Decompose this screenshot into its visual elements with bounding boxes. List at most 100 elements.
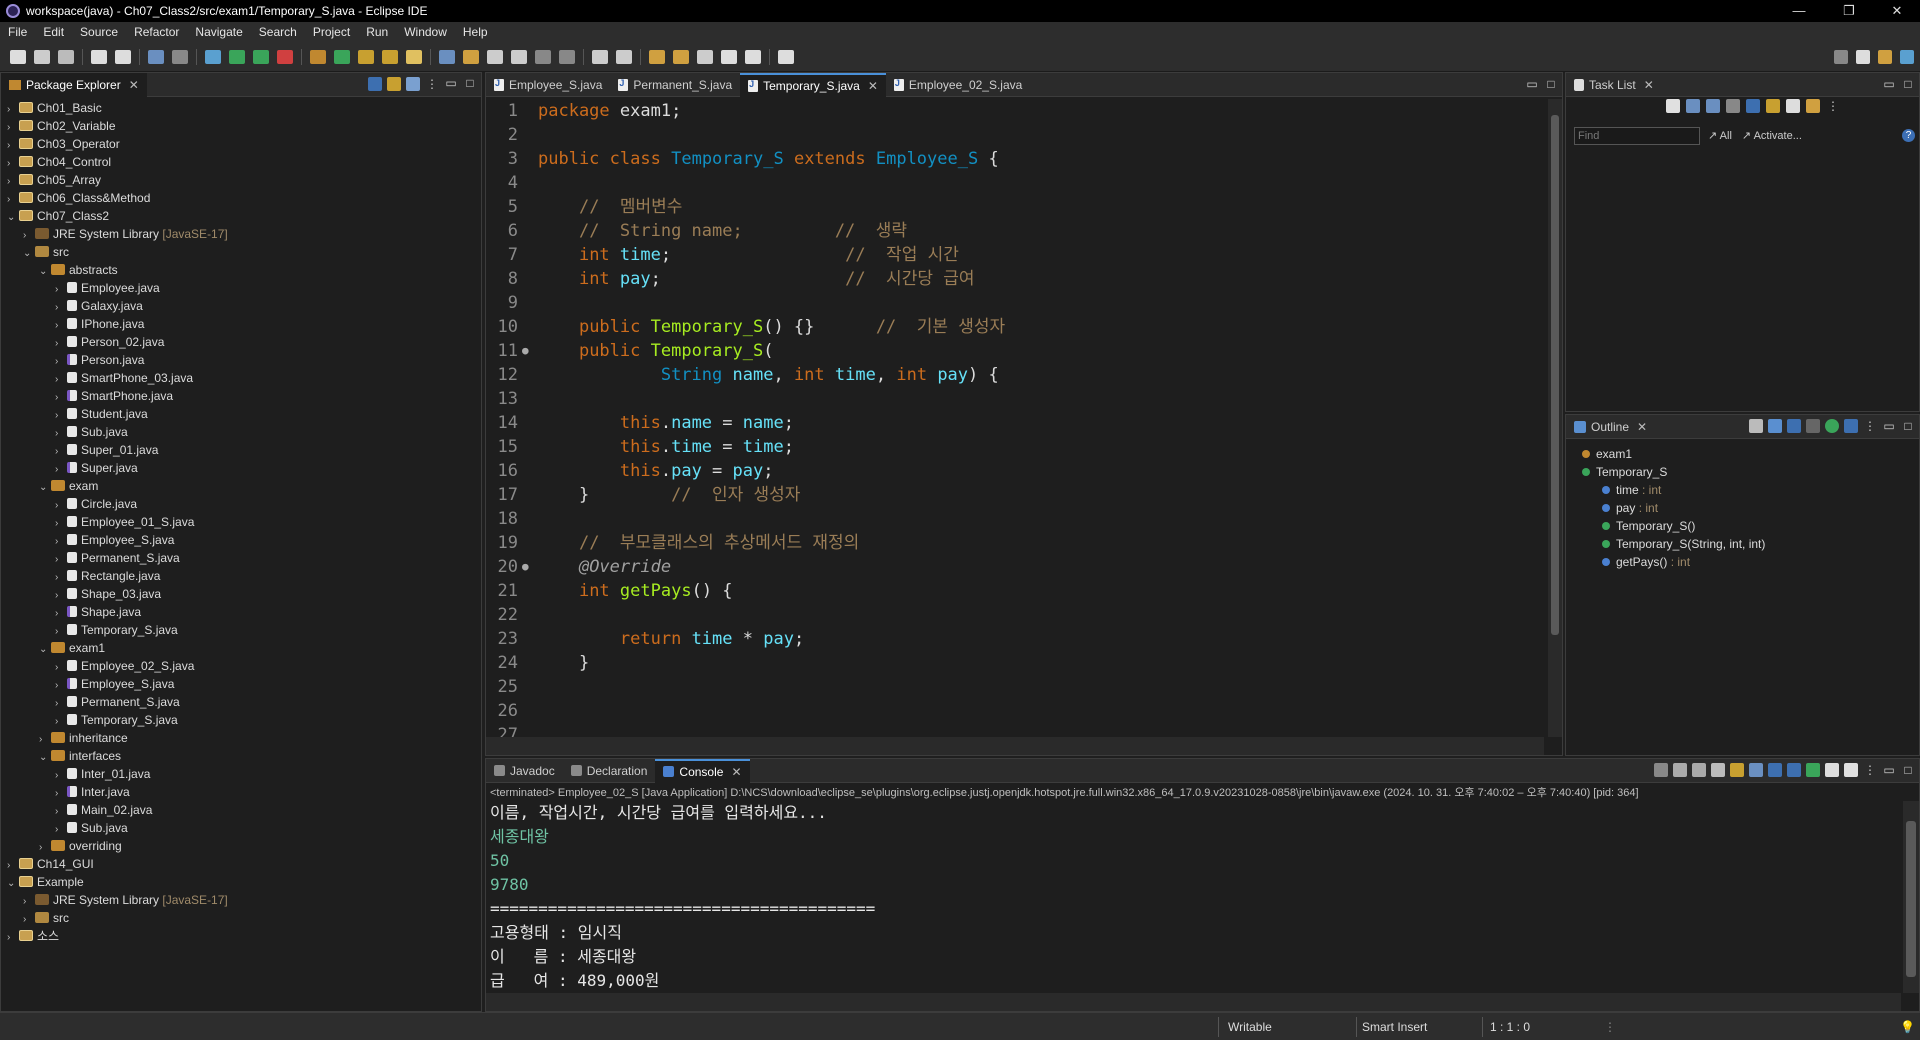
sync-changed-icon[interactable] [1806, 99, 1820, 113]
tip-icon[interactable]: 💡 [1900, 1020, 1915, 1034]
run-icon[interactable] [229, 49, 245, 64]
outline-item[interactable]: exam1 [1572, 445, 1919, 463]
tree-item[interactable]: › Employee.java [1, 279, 481, 297]
tree-item[interactable]: › Employee_S.java [1, 531, 481, 549]
close-icon[interactable]: ✕ [1644, 78, 1654, 92]
pin-editor-icon[interactable] [778, 49, 794, 64]
tree-item[interactable]: › Main_02.java [1, 801, 481, 819]
chevron-right-icon[interactable]: › [7, 929, 19, 947]
tab-editor-file[interactable]: Employee_S.java [486, 73, 610, 97]
tree-item[interactable]: › IPhone.java [1, 315, 481, 333]
minimize-editor-icon[interactable]: ▭ [1525, 77, 1539, 91]
prev-annotation-icon[interactable] [616, 49, 632, 64]
tree-item[interactable]: › Ch01_Basic [1, 99, 481, 117]
tree-item[interactable]: › Permanent_S.java [1, 549, 481, 567]
tree-item[interactable]: ⌄ Ch07_Class2 [1, 207, 481, 225]
tree-item[interactable]: ⌄ interfaces [1, 747, 481, 765]
help-icon[interactable]: ? [1902, 129, 1915, 142]
fold-marker[interactable] [522, 99, 538, 123]
back-icon[interactable] [673, 49, 689, 64]
tab-editor-file[interactable]: Employee_02_S.java [886, 73, 1030, 97]
coverage-icon[interactable] [253, 49, 269, 64]
editor-horizontal-scrollbar[interactable] [486, 737, 1544, 755]
mark-occurrences-icon[interactable] [463, 49, 479, 64]
tree-item[interactable]: › Galaxy.java [1, 297, 481, 315]
tree-item[interactable]: › src [1, 909, 481, 927]
fold-marker[interactable] [522, 675, 538, 699]
tree-item[interactable]: › Ch04_Control [1, 153, 481, 171]
tab-task-list[interactable]: Task List ✕ [1566, 73, 1662, 97]
hide-nonpublic-icon[interactable] [1825, 419, 1839, 433]
collapse-all-icon[interactable] [1749, 419, 1763, 433]
editor-vertical-scrollbar[interactable] [1548, 99, 1562, 737]
scroll-thumb[interactable] [1551, 115, 1559, 635]
scroll-lock-icon[interactable] [1730, 763, 1744, 777]
toggle-mark-icon[interactable] [439, 49, 455, 64]
tree-item[interactable]: › Inter.java [1, 783, 481, 801]
open-task-icon[interactable] [382, 49, 398, 64]
tab-package-explorer[interactable]: Package Explorer ✕ [1, 72, 147, 97]
tree-item[interactable]: › Super.java [1, 459, 481, 477]
tree-item[interactable]: ⌄ abstracts [1, 261, 481, 279]
menu-refactor[interactable]: Refactor [126, 25, 187, 39]
fold-marker[interactable] [522, 123, 538, 147]
tree-item[interactable]: › Employee_02_S.java [1, 657, 481, 675]
close-icon[interactable]: ✕ [868, 79, 878, 93]
console-output[interactable]: 이름, 작업시간, 시간당 급여를 입력하세요... 세종대왕 50 9780 ====… [490, 801, 1899, 993]
tree-item[interactable]: ⌄ src [1, 243, 481, 261]
fold-marker[interactable] [522, 195, 538, 219]
tree-item[interactable]: › overriding [1, 837, 481, 855]
redo-icon[interactable] [115, 49, 131, 64]
show-whitespace-icon[interactable] [535, 49, 551, 64]
tab-javadoc[interactable]: Javadoc [486, 759, 563, 783]
collapse-icon[interactable] [1786, 99, 1800, 113]
word-wrap-icon[interactable] [1749, 763, 1763, 777]
tree-item[interactable]: › Permanent_S.java [1, 693, 481, 711]
new-task-icon[interactable] [1666, 99, 1680, 113]
minimize-view-icon[interactable]: ▭ [444, 77, 458, 91]
remove-launch-icon[interactable] [1673, 763, 1687, 777]
view-menu-icon[interactable]: ⋮ [1863, 419, 1877, 433]
clear-console-icon[interactable] [1711, 763, 1725, 777]
focus-icon[interactable] [1746, 99, 1760, 113]
hide-fields-icon[interactable] [1787, 419, 1801, 433]
tree-item[interactable]: › Person_02.java [1, 333, 481, 351]
tree-item[interactable]: ⌄ Example [1, 873, 481, 891]
menu-run[interactable]: Run [358, 25, 396, 39]
sync-icon[interactable] [1766, 99, 1780, 113]
tree-item[interactable]: › JRE System Library [JavaSE-17] [1, 225, 481, 243]
fold-marker[interactable] [522, 507, 538, 531]
tab-declaration[interactable]: Declaration [563, 759, 656, 783]
sort-icon[interactable] [1768, 419, 1782, 433]
maximize-view-icon[interactable]: □ [1901, 763, 1915, 777]
fold-marker[interactable] [522, 483, 538, 507]
maximize-view-icon[interactable]: □ [1901, 419, 1915, 433]
maximize-view-icon[interactable]: □ [463, 77, 477, 91]
all-filter-link[interactable]: ↗ All [1708, 129, 1732, 142]
tree-item[interactable]: › Shape_03.java [1, 585, 481, 603]
maximize-button[interactable]: ❐ [1826, 0, 1872, 22]
close-icon[interactable]: ✕ [1637, 420, 1647, 434]
outline-item[interactable]: pay : int [1572, 499, 1919, 517]
fold-marker[interactable] [522, 651, 538, 675]
tree-item[interactable]: › Sub.java [1, 423, 481, 441]
outline-item[interactable]: time : int [1572, 481, 1919, 499]
tree-item[interactable]: › Circle.java [1, 495, 481, 513]
external-tools-icon[interactable] [277, 49, 293, 64]
fold-marker[interactable] [522, 603, 538, 627]
nav-forward-icon[interactable] [745, 49, 761, 64]
pin-console-icon[interactable] [1806, 763, 1820, 777]
fold-marker[interactable] [522, 363, 538, 387]
tree-item[interactable]: ⌄ exam [1, 477, 481, 495]
pilcrow-icon[interactable] [559, 49, 575, 64]
fold-marker[interactable]: ● [522, 339, 538, 363]
categorize-icon[interactable] [1686, 99, 1700, 113]
minimize-button[interactable]: — [1776, 0, 1822, 22]
fold-marker[interactable] [522, 171, 538, 195]
tree-item[interactable]: ⌄ exam1 [1, 639, 481, 657]
new-package-icon[interactable] [310, 49, 326, 64]
tree-item[interactable]: › Ch03_Operator [1, 135, 481, 153]
tab-editor-file[interactable]: Temporary_S.java ✕ [740, 72, 886, 97]
tree-item[interactable]: › SmartPhone.java [1, 387, 481, 405]
new-icon[interactable] [10, 49, 26, 64]
